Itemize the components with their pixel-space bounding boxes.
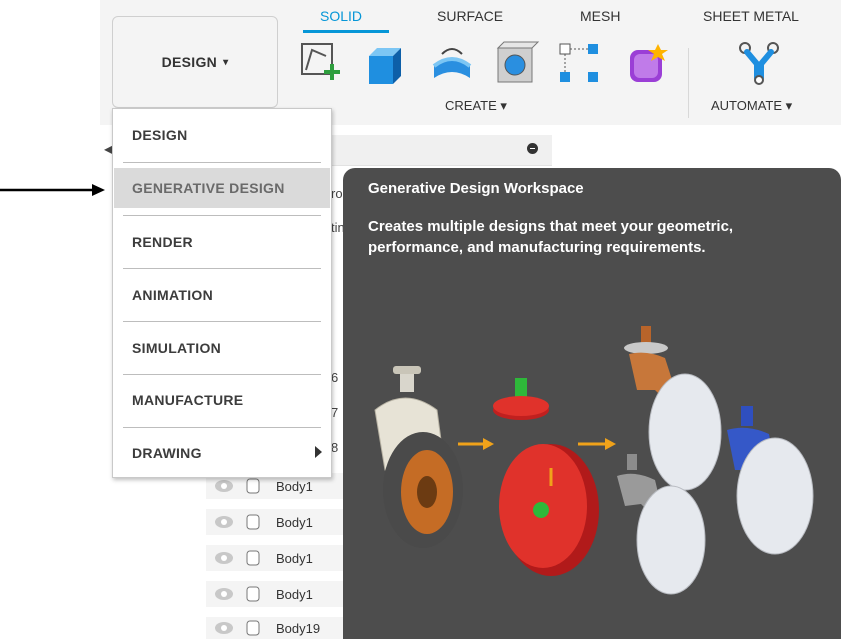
menu-item-drawing[interactable]: DRAWING (114, 433, 330, 473)
menu-item-design[interactable]: DESIGN (114, 115, 330, 155)
active-tab-indicator (303, 30, 389, 33)
body-label: Body1 (276, 586, 313, 602)
menu-divider (123, 162, 321, 163)
browser-text-fragment: 6 (331, 370, 339, 385)
revolve-icon[interactable] (428, 40, 476, 88)
body-icon (246, 620, 260, 636)
tooltip-description: Creates multiple designs that meet your … (368, 218, 734, 256)
minimize-icon[interactable] (527, 143, 538, 154)
menu-item-render[interactable]: RENDER (114, 222, 330, 262)
generative-design-illustration (374, 326, 814, 595)
menu-item-generative-design[interactable]: GENERATIVE DESIGN (114, 168, 330, 208)
browser-body-row[interactable]: Body19 (206, 617, 346, 639)
workspace-switcher-button[interactable]: DESIGN ▾ (112, 16, 278, 108)
menu-item-manufacture[interactable]: MANUFACTURE (114, 380, 330, 420)
menu-item-label: GENERATIVE DESIGN (132, 180, 285, 196)
visibility-eye-icon[interactable] (214, 621, 234, 635)
menu-item-animation[interactable]: ANIMATION (114, 275, 330, 315)
browser-body-row[interactable]: Body1 (206, 545, 346, 571)
body-icon (246, 586, 260, 602)
body-icon (246, 550, 260, 566)
menu-item-label: DRAWING (132, 445, 202, 461)
body-label: Body1 (276, 514, 313, 530)
browser-text-fragment: 7 (331, 405, 339, 420)
menu-divider (123, 268, 321, 269)
extrude-icon[interactable] (361, 40, 409, 88)
create-group-menu[interactable]: CREATE ▾ (445, 98, 507, 114)
menu-item-label: RENDER (132, 234, 193, 250)
body-icon (246, 514, 260, 530)
workspace-switcher-label: DESIGN (161, 54, 218, 70)
visibility-eye-icon[interactable] (214, 479, 234, 493)
generated-caster-blue (727, 406, 814, 555)
menu-item-label: SIMULATION (132, 340, 222, 356)
visibility-eye-icon[interactable] (214, 587, 234, 601)
generated-caster-copper (624, 326, 722, 491)
pattern-icon[interactable] (556, 40, 604, 88)
menu-divider (123, 427, 321, 428)
original-caster-wheel (374, 366, 463, 548)
tab-mesh[interactable]: MESH (580, 8, 620, 24)
menu-item-simulation[interactable]: SIMULATION (114, 328, 330, 368)
body-label: Body1 (276, 478, 313, 494)
visibility-eye-icon[interactable] (214, 515, 234, 529)
create-sketch-icon[interactable] (298, 40, 346, 88)
body-icon (246, 478, 260, 494)
tab-sheet-metal[interactable]: SHEET METAL (703, 8, 799, 24)
browser-text-fragment: 8 (331, 440, 339, 455)
annotation-arrow-icon (0, 184, 105, 196)
chevron-down-icon: ▾ (223, 56, 229, 68)
menu-item-label: DESIGN (132, 127, 188, 143)
automate-icon[interactable] (735, 40, 783, 88)
body-label: Body19 (276, 620, 321, 636)
menu-item-label: ANIMATION (132, 287, 213, 303)
tooltip-title: Generative Design Workspace (368, 180, 584, 197)
menu-divider (123, 374, 321, 375)
browser-text-fragment: ro (331, 186, 343, 201)
tab-solid[interactable]: SOLID (320, 8, 362, 24)
body-label: Body1 (276, 550, 313, 566)
menu-divider (123, 321, 321, 322)
menu-item-label: MANUFACTURE (132, 392, 244, 408)
menu-divider (123, 215, 321, 216)
workspace-menu: DESIGN GENERATIVE DESIGN RENDER ANIMATIO… (112, 108, 332, 478)
toolbar-divider (688, 48, 689, 118)
browser-body-row[interactable]: Body1 (206, 509, 346, 535)
visibility-eye-icon[interactable] (214, 551, 234, 565)
automate-group-menu[interactable]: AUTOMATE ▾ (711, 98, 792, 114)
browser-body-row[interactable]: Body1 (206, 581, 346, 607)
hole-icon[interactable] (492, 40, 540, 88)
chevron-right-icon (315, 446, 322, 458)
preserve-geometry-parts (493, 378, 599, 576)
tab-surface[interactable]: SURFACE (437, 8, 503, 24)
create-form-icon[interactable] (622, 40, 670, 88)
